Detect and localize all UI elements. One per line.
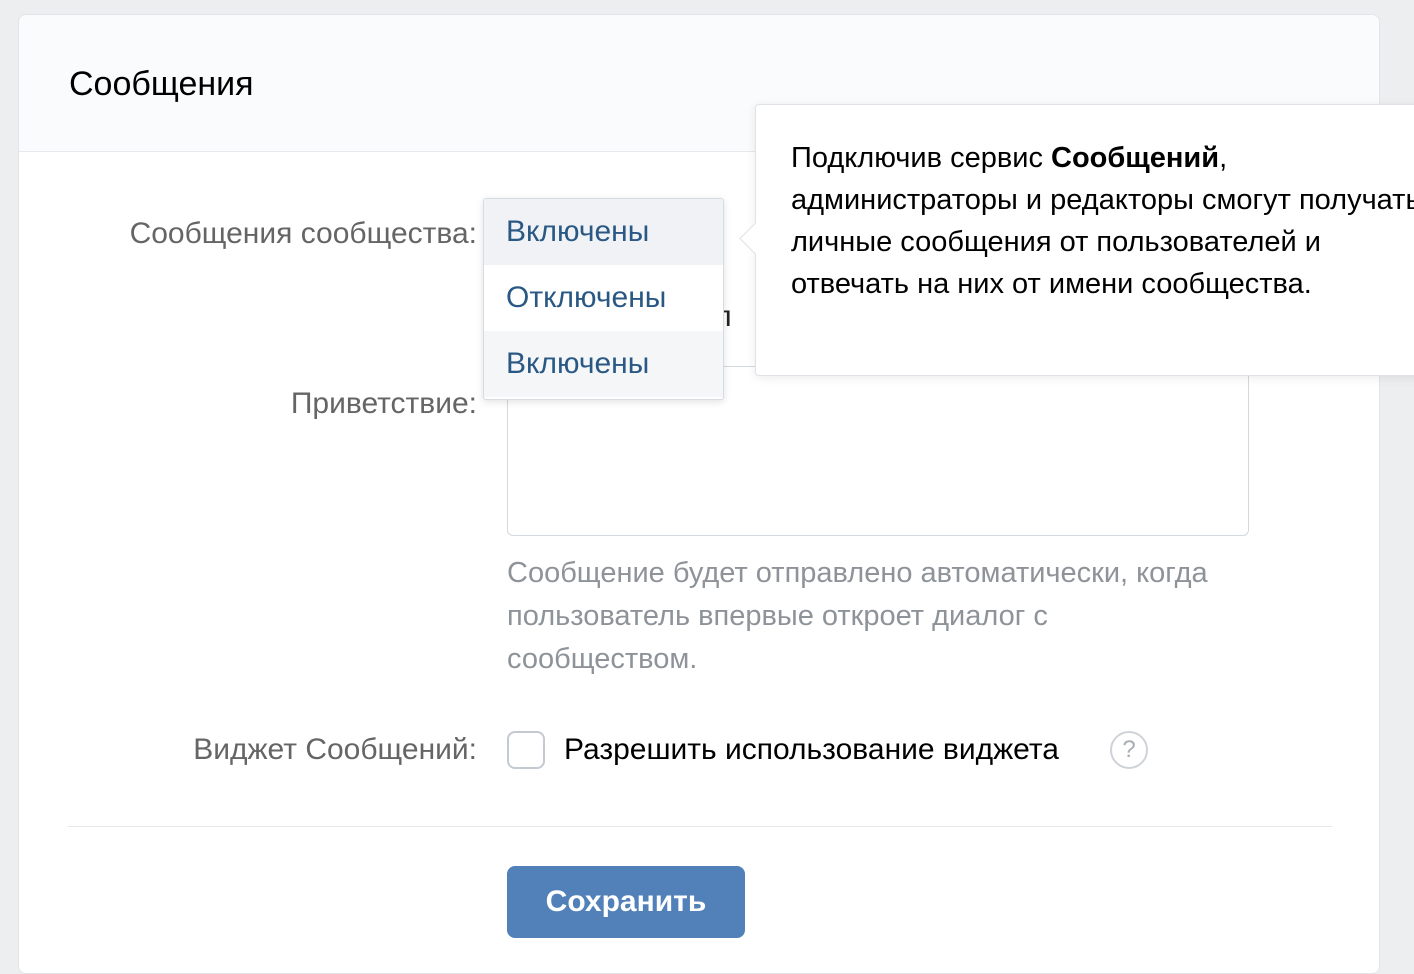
dropdown-option-disabled[interactable]: Отключены	[484, 265, 723, 331]
dropdown-option-current[interactable]: Включены	[484, 199, 723, 265]
greeting-hint: Сообщение будет отправлено автоматически…	[507, 557, 1208, 675]
divider	[68, 826, 1332, 827]
page-title: Сообщения	[69, 65, 254, 103]
tooltip-text: Подключив сервис Сообщений, администрато…	[791, 137, 1414, 305]
tooltip-text-before: Подключив сервис	[791, 142, 1051, 174]
help-icon[interactable]: ?	[1110, 731, 1148, 769]
save-button[interactable]: Сохранить	[507, 866, 745, 938]
widget-checkbox-label[interactable]: Разрешить использование виджета	[564, 733, 1059, 767]
messages-setting-label: Сообщения сообщества:	[129, 217, 477, 250]
widget-checkbox[interactable]	[507, 731, 545, 769]
dropdown-option-enabled[interactable]: Включены	[484, 331, 723, 397]
greeting-label: Приветствие:	[290, 387, 477, 420]
widget-label: Виджет Сообщений:	[193, 733, 477, 766]
messages-setting-dropdown[interactable]: Включены Отключены Включены	[483, 198, 724, 400]
info-tooltip: Подключив сервис Сообщений, администрато…	[739, 104, 1414, 376]
tooltip-text-bold: Сообщений	[1051, 142, 1220, 174]
